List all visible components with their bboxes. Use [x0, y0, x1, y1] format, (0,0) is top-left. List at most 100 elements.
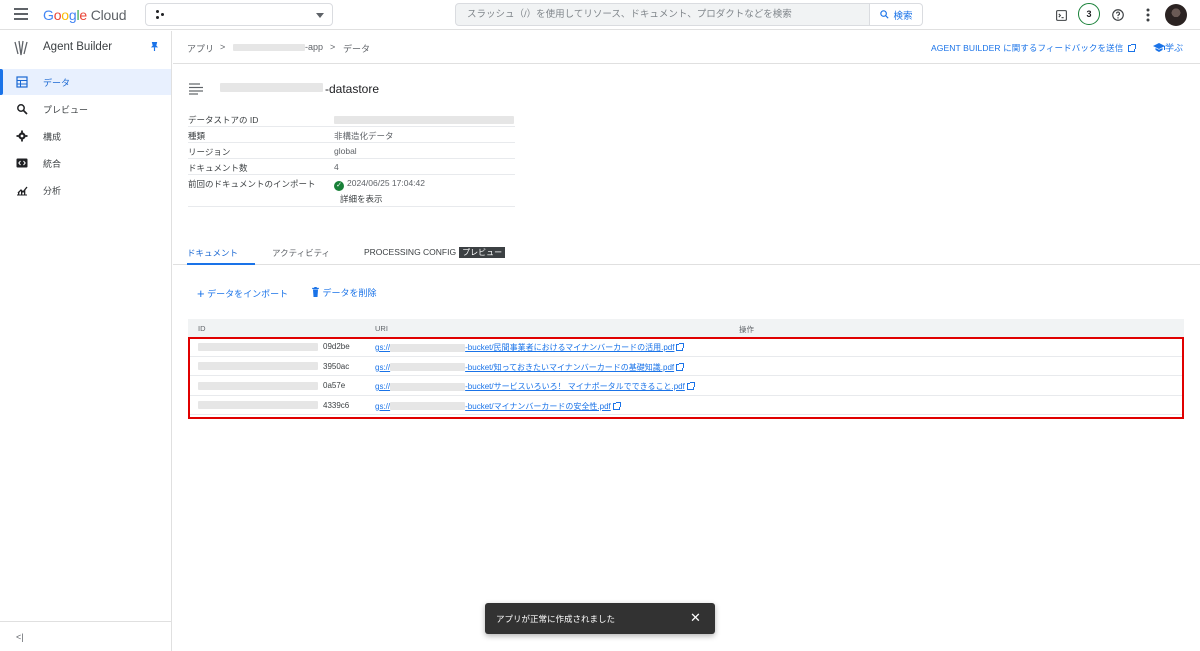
redacted-text	[198, 401, 318, 410]
redacted-text	[198, 342, 318, 351]
view-details-link[interactable]: 詳細を表示	[340, 193, 383, 205]
sidebar-item-data[interactable]: データ	[0, 69, 171, 95]
more-vert-icon[interactable]	[1139, 6, 1157, 24]
uri-link[interactable]: gs:// -bucket/民間事業者におけるマイナンバーカードの活用.pdf	[375, 342, 685, 353]
sidebar-item-label: データ	[43, 78, 71, 88]
open-in-new-icon	[1127, 44, 1136, 52]
logo-letter: e	[79, 7, 87, 23]
tab-documents[interactable]: ドキュメント	[187, 247, 255, 265]
uri-prefix: gs://	[375, 343, 391, 352]
delete-data-label: データを削除	[322, 288, 377, 298]
breadcrumb-separator: >	[220, 42, 226, 52]
table-icon	[16, 76, 28, 88]
property-value: global	[334, 146, 357, 156]
sidebar-header: Agent Builder	[0, 31, 171, 63]
uri-link[interactable]: gs:// -bucket/マイナンバーカードの安全性.pdf	[375, 401, 621, 412]
snackbar: アプリが正常に作成されました ✕	[485, 603, 715, 634]
top-bar: Google Cloud 検索 3	[0, 0, 1200, 30]
property-row: データストアの ID	[188, 111, 515, 127]
learn-link[interactable]: 学ぶ	[1153, 41, 1183, 54]
breadcrumb-app-link[interactable]: -app	[233, 42, 323, 52]
breadcrumb-apps-link[interactable]: アプリ	[187, 42, 214, 55]
property-key: データストアの ID	[188, 115, 259, 125]
import-data-button[interactable]: + データをインポート	[197, 286, 288, 301]
search-input[interactable]	[456, 4, 869, 25]
import-timestamp: 2024/06/25 17:04:42	[347, 178, 425, 188]
feedback-label: AGENT BUILDER に関するフィードバックを送信	[931, 43, 1124, 53]
check-circle-icon: ✓	[334, 181, 344, 191]
search-bar[interactable]	[455, 3, 870, 26]
project-selector[interactable]	[145, 3, 333, 26]
uri-link[interactable]: gs:// -bucket/知っておきたいマイナンバーカードの基礎知識.pdf	[375, 362, 685, 373]
property-value: ✓ 2024/06/25 17:04:42	[334, 178, 425, 191]
product-title: Agent Builder	[43, 41, 113, 53]
google-cloud-logo[interactable]: Google Cloud	[43, 7, 126, 23]
table-row: 3950ac gs:// -bucket/知っておきたいマイナンバーカードの基礎知…	[188, 357, 1184, 376]
property-value: 4	[334, 162, 339, 172]
id-suffix: 09d2be	[323, 342, 350, 351]
main-menu-icon[interactable]	[14, 8, 30, 22]
uri-link[interactable]: gs:// -bucket/サービスいろいろ！ マイナポータルでできること.pdf	[375, 381, 695, 392]
documents-table: ID URI 操作 09d2be gs:// -bucket/民間事業者におけるマ…	[188, 319, 1184, 415]
feedback-link[interactable]: AGENT BUILDER に関するフィードバックを送信	[931, 42, 1136, 54]
sidebar-item-integration[interactable]: 統合	[0, 150, 171, 176]
column-header-actions: 操作	[739, 325, 754, 334]
property-row: リージョン global	[188, 143, 515, 159]
uri-prefix: gs://	[375, 401, 391, 411]
import-data-label: データをインポート	[207, 289, 289, 299]
open-in-new-icon	[686, 382, 695, 390]
sidebar-item-preview[interactable]: プレビュー	[0, 96, 171, 122]
page-title: -datastore	[325, 82, 380, 96]
snackbar-message: アプリが正常に作成されました	[496, 614, 616, 624]
sidebar-item-analytics[interactable]: 分析	[0, 177, 171, 203]
search-button[interactable]: 検索	[870, 3, 923, 26]
redacted-text	[198, 362, 318, 371]
redacted-text	[334, 115, 514, 124]
preview-badge: プレビュー	[459, 247, 506, 258]
search-icon	[17, 104, 28, 115]
sidebar-item-label: 統合	[43, 159, 62, 169]
notifications-badge[interactable]: 3	[1078, 3, 1100, 25]
id-suffix: 4339c6	[323, 400, 350, 410]
avatar[interactable]	[1165, 4, 1187, 26]
open-in-new-icon	[676, 343, 685, 351]
main-content: アプリ > -app > データ AGENT BUILDER に関するフィードバ…	[173, 31, 1200, 651]
uri-suffix: -bucket/サービスいろいろ！ マイナポータルでできること.pdf	[465, 382, 685, 391]
cloud-shell-icon[interactable]	[1052, 6, 1070, 24]
tab-processing-config[interactable]: PROCESSING CONFIG プレビュー	[364, 247, 506, 265]
column-header-uri: URI	[375, 324, 388, 333]
table-row: 09d2be gs:// -bucket/民間事業者におけるマイナンバーカードの活…	[188, 337, 1184, 357]
chevron-down-icon	[316, 13, 324, 18]
search-button-label: 検索	[893, 10, 913, 22]
tab-bar: ドキュメント アクティビティ PROCESSING CONFIG プレビュー	[173, 241, 1200, 265]
tab-activity[interactable]: アクティビティ	[272, 247, 330, 265]
tab-label: ドキュメント	[187, 248, 239, 258]
id-suffix: 3950ac	[323, 361, 350, 371]
redacted-text	[390, 363, 466, 372]
redacted-text	[198, 381, 318, 390]
tab-label: PROCESSING CONFIG	[364, 247, 457, 257]
redacted-text	[220, 83, 323, 92]
redacted-text	[390, 343, 466, 352]
close-icon[interactable]: ✕	[690, 610, 701, 626]
gear-icon	[16, 130, 28, 142]
help-icon[interactable]	[1109, 6, 1127, 24]
id-suffix: 0a57e	[323, 381, 346, 390]
agent-builder-icon	[14, 40, 28, 56]
collapse-sidebar-button[interactable]: <|	[16, 632, 24, 642]
column-header-id: ID	[198, 324, 206, 333]
code-icon	[16, 158, 28, 168]
property-row: 前回のドキュメントのインポート ✓ 2024/06/25 17:04:42 詳細を…	[188, 175, 515, 207]
sidebar-item-config[interactable]: 構成	[0, 123, 171, 149]
redacted-text	[390, 382, 466, 391]
analytics-icon	[17, 186, 28, 196]
pin-icon[interactable]	[150, 41, 159, 52]
table-header: ID URI 操作	[188, 319, 1184, 337]
open-in-new-icon	[612, 401, 621, 410]
breadcrumb-current: データ	[343, 44, 371, 54]
delete-data-button[interactable]: データを削除	[311, 286, 377, 299]
uri-suffix: -bucket/知っておきたいマイナンバーカードの基礎知識.pdf	[465, 362, 675, 372]
property-key: ドキュメント数	[188, 163, 248, 173]
logo-letter: G	[43, 7, 54, 23]
trash-icon	[312, 287, 319, 297]
